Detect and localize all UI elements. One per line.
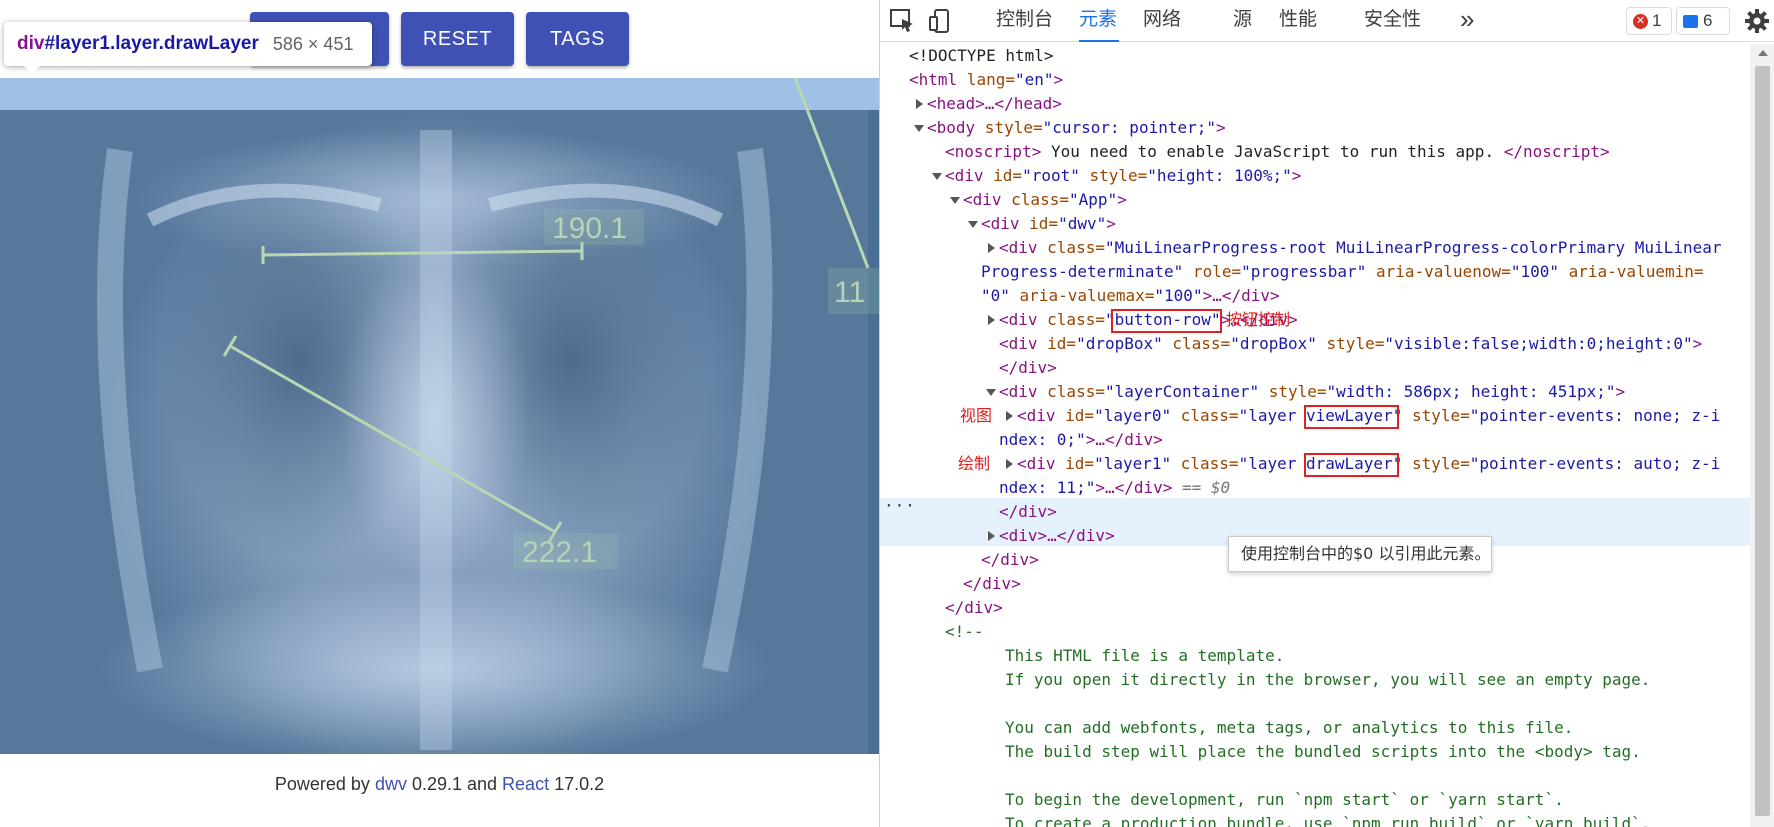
element-hover-tooltip: div#layer1.layer.drawLayer 586 × 451: [4, 22, 372, 74]
footer: Powered by dwv 0.29.1 and React 17.0.2: [274, 774, 605, 794]
measurement-label-222: 222.1: [522, 536, 597, 569]
tab-performance[interactable]: 性能: [1279, 0, 1317, 42]
expand-triangle-icon[interactable]: [988, 243, 995, 253]
dwv-link[interactable]: dwv: [375, 774, 407, 794]
measurement-label-190: 190.1: [552, 212, 627, 245]
message-icon: [1683, 14, 1698, 28]
annotation-box-button-row: [1111, 309, 1222, 333]
dom-comment-line: [880, 764, 1750, 788]
tooltip-size: 586 × 451: [272, 33, 354, 54]
react-link[interactable]: React: [502, 774, 549, 794]
devtools-toolbar: 控制台 元素 网络 源 性能 安全性 » ✕ 1 6: [880, 0, 1774, 42]
tab-elements[interactable]: 元素: [1079, 0, 1119, 42]
measurement-annotations[interactable]: 190.1 222.1 11: [0, 78, 879, 754]
error-count-badge[interactable]: ✕ 1: [1626, 7, 1672, 35]
tab-sources[interactable]: 源: [1233, 0, 1252, 42]
expand-triangle-icon[interactable]: [988, 531, 995, 541]
dom-comment-line: This HTML file is a template.: [1005, 646, 1285, 665]
expand-triangle-icon[interactable]: [988, 315, 995, 325]
device-toolbar-icon[interactable]: [927, 8, 955, 34]
dom-app-div[interactable]: <div class="App">: [880, 188, 1750, 212]
collapse-triangle-icon[interactable]: [932, 173, 942, 180]
annotation-note-button-row: 按钮控制: [1226, 310, 1291, 329]
dom-close-div: </div>: [999, 502, 1057, 521]
dom-comment-line: You can add webfonts, meta tags, or anal…: [1005, 718, 1574, 737]
dom-close-div: </div>: [999, 358, 1057, 377]
reset-button[interactable]: RESET: [401, 12, 514, 66]
dom-progress-div[interactable]: <div class="MuiLinearProgress-root MuiLi…: [880, 236, 1750, 260]
layer-container: 190.1 222.1 11: [0, 78, 879, 754]
dom-dwv-div[interactable]: <div id="dwv">: [880, 212, 1750, 236]
dom-tree-scrollbar[interactable]: [1750, 44, 1774, 827]
tab-network[interactable]: 网络: [1143, 0, 1181, 42]
dom-root-div[interactable]: <div id="root" style="height: 100%;">: [880, 164, 1750, 188]
node-actions-ellipsis-icon[interactable]: ···: [884, 496, 916, 515]
dwv-app: RESET TAGS div#layer1.layer.drawLayer 58…: [0, 0, 880, 827]
ruler-line-222[interactable]: [229, 344, 556, 534]
tooltip-selector: div#layer1.layer.drawLayer: [17, 33, 259, 54]
collapse-triangle-icon[interactable]: [914, 125, 924, 132]
dom-head[interactable]: <head>…</head>: [880, 92, 1750, 116]
dom-button-row[interactable]: <div class="button-row">…</div>: [880, 308, 1750, 332]
console-reference-tooltip: 使用控制台中的$0 以引用此元素。: [1228, 536, 1492, 572]
expand-triangle-icon[interactable]: [916, 99, 923, 109]
dom-comment-open[interactable]: <!--: [880, 620, 1750, 644]
dom-doctype[interactable]: <!DOCTYPE html>: [880, 44, 1750, 68]
dom-html[interactable]: <html lang="en">: [880, 68, 1750, 92]
collapse-triangle-icon[interactable]: [950, 197, 960, 204]
scrollbar-thumb[interactable]: [1755, 66, 1770, 816]
measurement-label-11: 11: [834, 276, 865, 309]
message-count-badge[interactable]: 6: [1676, 7, 1730, 35]
dom-comment-line: To create a production bundle, use `npm …: [1005, 814, 1651, 827]
devtools-panel: 控制台 元素 网络 源 性能 安全性 » ✕ 1 6 <!DOCTYPE html…: [879, 0, 1774, 827]
dom-tree: <!DOCTYPE html> <html lang="en"> <head>……: [880, 44, 1750, 827]
dom-dropbox[interactable]: <div id="dropBox" class="dropBox" style=…: [880, 332, 1750, 356]
dom-progress-div-cont2: "0" aria-valuemax="100">…</div>: [981, 286, 1280, 305]
dom-close-div: </div>: [963, 574, 1021, 593]
annotation-box-view-layer: [1304, 405, 1399, 429]
annotation-box-draw-layer: [1304, 453, 1399, 477]
collapse-triangle-icon[interactable]: [968, 221, 978, 228]
annotation-note-draw-layer: 绘制: [958, 454, 991, 473]
tags-button[interactable]: TAGS: [526, 12, 629, 66]
dom-layer0-cont: ndex: 0;">…</div>: [999, 430, 1163, 449]
dom-comment-line: The build step will place the bundled sc…: [1005, 742, 1641, 761]
dom-close-div: </div>: [945, 598, 1003, 617]
tab-console[interactable]: 控制台: [996, 0, 1053, 42]
dom-comment-line: If you open it directly in the browser, …: [1005, 670, 1651, 689]
dom-progress-div-cont: Progress-determinate" role="progressbar"…: [981, 262, 1704, 281]
dom-comment-line: [880, 692, 1750, 716]
more-tabs-chevron-icon[interactable]: »: [1460, 0, 1474, 42]
scroll-up-arrow-icon[interactable]: [1758, 50, 1768, 56]
ruler-line-offscreen[interactable]: [793, 78, 870, 269]
ruler-tick: [222, 335, 238, 357]
dom-noscript[interactable]: <noscript> You need to enable JavaScript…: [880, 140, 1750, 164]
dom-layer1-cont: ndex: 11;">…</div> == $0: [999, 478, 1231, 497]
inspect-element-icon[interactable]: [889, 8, 917, 34]
dom-comment-line: To begin the development, run `npm start…: [1005, 790, 1564, 809]
annotation-note-view-layer: 视图: [960, 406, 993, 425]
settings-gear-icon[interactable]: [1744, 8, 1770, 34]
error-icon: ✕: [1633, 13, 1648, 29]
dom-body[interactable]: <body style="cursor: pointer;">: [880, 116, 1750, 140]
tab-security[interactable]: 安全性: [1364, 0, 1421, 42]
dom-layer-container[interactable]: <div class="layerContainer" style="width…: [880, 380, 1750, 404]
expand-triangle-icon[interactable]: [1006, 411, 1013, 421]
expand-triangle-icon[interactable]: [1006, 459, 1013, 469]
collapse-triangle-icon[interactable]: [986, 389, 996, 396]
ruler-line-190[interactable]: [262, 249, 583, 257]
